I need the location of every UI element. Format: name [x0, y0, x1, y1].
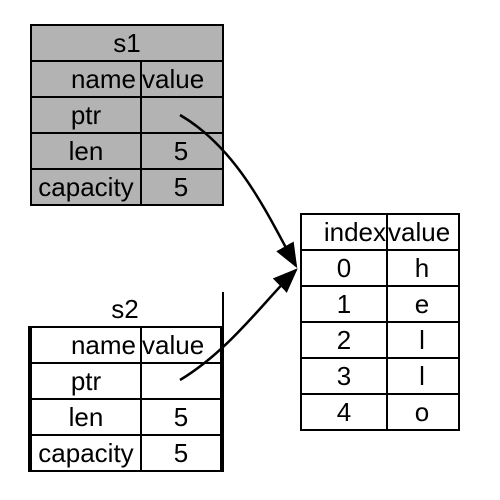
table-row: 3 l	[302, 357, 458, 393]
heap-index: 2	[302, 323, 388, 357]
table-row: 1 e	[302, 285, 458, 321]
field-name: capacity	[32, 436, 142, 470]
heap-value: h	[388, 251, 456, 285]
struct-s2-right-border	[220, 326, 222, 472]
heap-index: 4	[302, 395, 388, 429]
field-value: 5	[142, 400, 220, 434]
col-header-name: name	[32, 62, 142, 96]
table-row: len 5	[32, 398, 222, 434]
heap-value: e	[388, 287, 456, 321]
table-row: ptr	[32, 362, 222, 398]
col-header-value: value	[142, 62, 220, 96]
heap-value: l	[388, 323, 456, 357]
table-row: capacity 5	[32, 168, 222, 204]
table-row: 4 o	[302, 393, 458, 429]
struct-s1-title: s1	[32, 26, 222, 60]
table-row: 0 h	[302, 249, 458, 285]
struct-s2-title-overlay: s2	[30, 292, 220, 326]
table-row: capacity 5	[32, 434, 222, 470]
struct-s2-header: name value	[32, 326, 222, 362]
heap-index: 0	[302, 251, 388, 285]
field-value: 5	[142, 170, 220, 204]
field-value	[142, 364, 220, 398]
heap-value: o	[388, 395, 456, 429]
heap-index: 1	[302, 287, 388, 321]
field-name: len	[32, 400, 142, 434]
col-header-name: name	[32, 328, 142, 362]
table-row: len 5	[32, 132, 222, 168]
field-name: ptr	[32, 98, 142, 132]
col-header-value: value	[388, 215, 456, 249]
struct-s2-top-border	[30, 326, 220, 328]
heap-header: index value	[302, 215, 458, 249]
field-name: ptr	[32, 364, 142, 398]
field-name: capacity	[32, 170, 142, 204]
field-name: len	[32, 134, 142, 168]
struct-s2-left-border	[28, 326, 30, 472]
heap-value: l	[388, 359, 456, 393]
table-row: 2 l	[302, 321, 458, 357]
field-value: 5	[142, 436, 220, 470]
col-header-index: index	[302, 215, 388, 249]
struct-s1: s1 name value ptr len 5 capacity 5	[30, 24, 224, 206]
table-row: ptr	[32, 96, 222, 132]
field-value: 5	[142, 134, 220, 168]
heap-index: 3	[302, 359, 388, 393]
heap-buffer: index value 0 h 1 e 2 l 3 l 4 o	[300, 213, 460, 431]
field-value	[142, 98, 220, 132]
struct-s1-header: name value	[32, 60, 222, 96]
col-header-value: value	[142, 328, 220, 362]
